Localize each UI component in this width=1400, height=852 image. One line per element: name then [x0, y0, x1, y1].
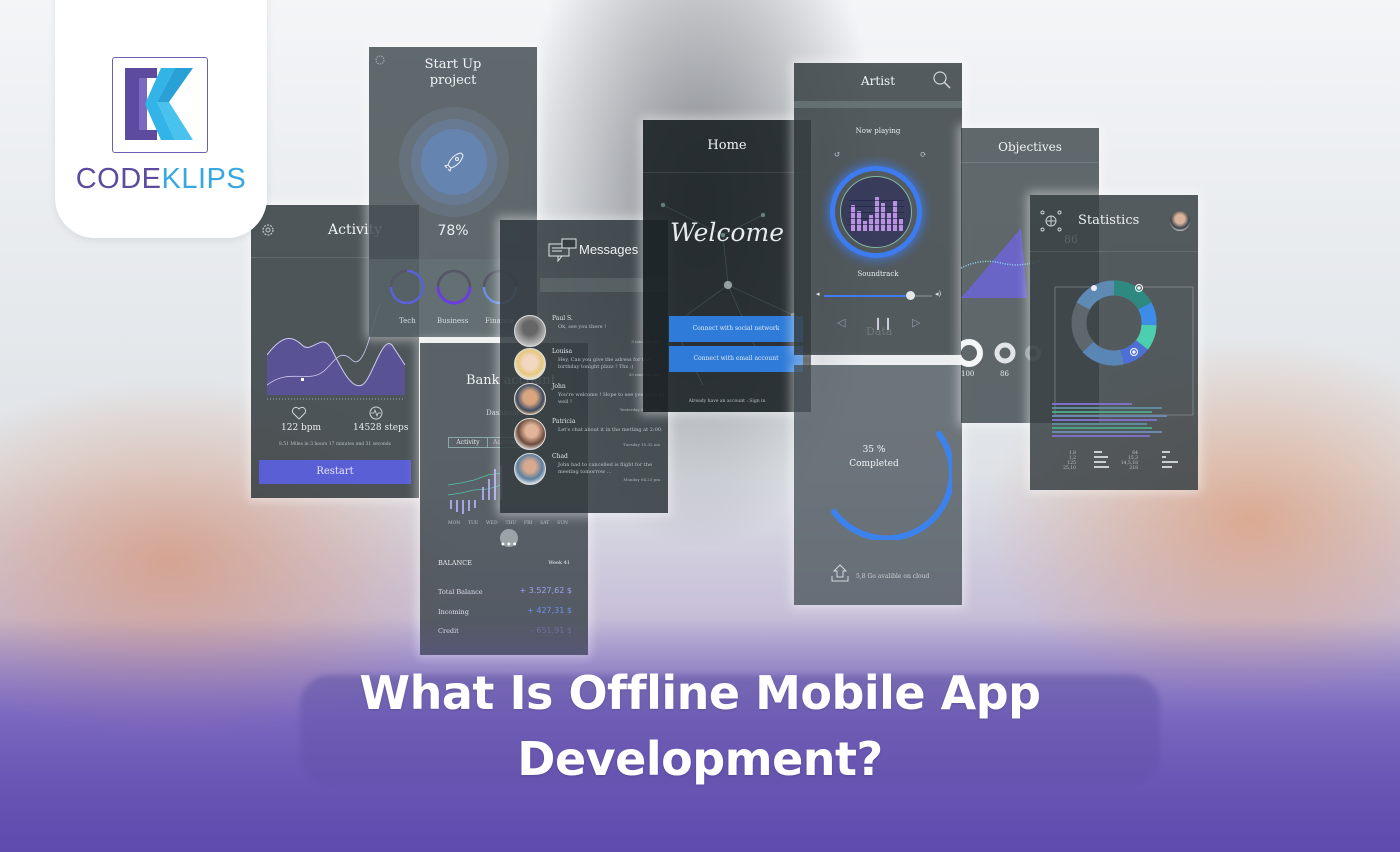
- objectives-donuts: [961, 339, 1041, 367]
- connect-email-button[interactable]: Connect with email account: [669, 346, 803, 372]
- total-balance-value: + 3.527,62 $: [519, 586, 572, 595]
- day-label: TUE: [468, 521, 479, 526]
- chat-bubbles-icon: [548, 238, 577, 262]
- avatar: [514, 315, 546, 347]
- volume-fill: [824, 295, 911, 297]
- message-sender: Patricia: [552, 418, 576, 425]
- message-item[interactable]: Louisa Hey, Can you give the adress for …: [514, 348, 664, 388]
- startup-title-line1: Start Up: [424, 57, 482, 72]
- startup-title-line2: project: [429, 73, 477, 88]
- stats-table-left: 1,8 1,2 125 25,10: [1058, 451, 1076, 471]
- activity-summary: 8.51 Miles in 3 hours 17 minutes and 31 …: [278, 442, 391, 447]
- avatar: [514, 453, 546, 485]
- stats-value: 25,10: [1063, 466, 1076, 471]
- message-time: Tuesday 10.32 am: [622, 442, 660, 447]
- home-screen: Home Welcome Connect with social network…: [643, 120, 811, 412]
- previous-icon[interactable]: ◁: [837, 316, 845, 329]
- rocket-icon: [444, 152, 464, 172]
- headline-line1: What Is Offline Mobile App: [359, 666, 1041, 720]
- message-item[interactable]: Chad John had to cancelled is flight for…: [514, 453, 664, 493]
- category-business: Business: [437, 317, 469, 325]
- brand-name-part2: KLIPS: [161, 163, 247, 195]
- message-sender: Chad: [552, 453, 568, 460]
- steps-value: 14528 steps: [353, 423, 409, 433]
- logo-card: CODEKLIPS: [55, 0, 267, 238]
- week-label: Week 41: [548, 560, 570, 566]
- globe-network-icon: [1040, 210, 1062, 232]
- statistics-title: Statistics: [1078, 213, 1140, 228]
- volume-knob[interactable]: [906, 291, 916, 300]
- stats-mini-bars: [1094, 451, 1178, 468]
- category-tech: Tech: [399, 317, 416, 325]
- brand-name: CODEKLIPS: [55, 163, 267, 196]
- day-label: SAT: [540, 521, 550, 526]
- volume-low-icon: ◂: [816, 290, 820, 298]
- message-item[interactable]: Patricia Let's chat about it in the mett…: [514, 418, 664, 458]
- total-balance-label: Total Balance: [438, 588, 483, 596]
- incoming-value: + 427,31 $: [527, 606, 572, 615]
- stats-bg-number: 86: [1064, 233, 1078, 246]
- next-icon[interactable]: ▷: [912, 316, 920, 329]
- avatar: [514, 418, 546, 450]
- completed-screen: 35 % Completed 5,8 Go avalible on cloud: [794, 365, 962, 605]
- equalizer-bars: [849, 197, 904, 231]
- gear-icon: [262, 224, 274, 236]
- rocket-circle: [399, 107, 509, 217]
- headline-line2: Development?: [517, 732, 883, 786]
- codeklips-logo-mark: [112, 57, 208, 153]
- avatar: [514, 383, 546, 415]
- search-icon[interactable]: [932, 70, 952, 90]
- avatar: [514, 348, 546, 380]
- avatar[interactable]: [1170, 211, 1190, 231]
- cloud-storage-text: 5,8 Go avalible on cloud: [856, 573, 930, 580]
- sign-in-link[interactable]: Already have an account : Sign in: [643, 399, 811, 404]
- message-sender: Paul S.: [552, 315, 573, 322]
- day-label: SUN: [557, 521, 568, 526]
- rewind-icon[interactable]: ↺: [834, 150, 841, 159]
- volume-slider[interactable]: [824, 291, 932, 300]
- objectives-area-chart: [961, 228, 1041, 298]
- bank-more-dots[interactable]: •••: [500, 540, 518, 551]
- messages-title: Messages: [579, 242, 639, 257]
- volume-high-icon: ◂): [935, 290, 942, 298]
- objectives-title: Objectives: [998, 140, 1062, 154]
- now-playing-label: Now playing: [855, 127, 901, 135]
- message-time: Monday 04.23 pm: [623, 477, 660, 482]
- bank-day-labels: MON TUE WED THU FRI SAT SUN: [448, 521, 568, 526]
- message-text: John had to cancelled is flight for the …: [558, 462, 653, 475]
- repeat-icon[interactable]: ⟳: [920, 150, 927, 159]
- heart-rate-value: 122 bpm: [281, 423, 322, 433]
- brand-name-part1: CODE: [75, 163, 162, 195]
- cloud-upload-icon: [831, 564, 849, 582]
- k-logo-icon: [125, 68, 193, 140]
- statistics-screen: Statistics 86 1,8 1,2 125 25,10 64 15,3 14,5,…: [1030, 195, 1198, 490]
- message-text: Let's chat about it in the metting at 2:…: [558, 427, 663, 433]
- day-label: MON: [448, 521, 461, 526]
- day-label: FRI: [524, 521, 533, 526]
- tab-activity[interactable]: Activity: [448, 437, 488, 448]
- message-item[interactable]: John You're welcome ! Hope to see you so…: [514, 383, 664, 423]
- incoming-label: Incoming: [438, 608, 469, 616]
- message-sender: Louisa: [552, 348, 573, 355]
- heart-icon: [291, 406, 307, 420]
- message-sender: John: [552, 383, 566, 390]
- day-label: WED: [486, 521, 498, 526]
- objective-stat: 86: [1000, 370, 1009, 378]
- objective-stat: 100: [961, 370, 975, 378]
- track-name: Soundtrack: [857, 270, 899, 278]
- data-watermark: Data: [866, 325, 893, 338]
- equalizer-ring: [830, 166, 922, 258]
- day-label: THU: [505, 521, 517, 526]
- connect-social-button[interactable]: Connect with social network: [669, 316, 803, 342]
- statistics-bar-list: [1052, 403, 1167, 437]
- artist-screen: Artist Now playing ↺ ⟳ Soundtrack ◂ ◂) ◁…: [794, 63, 962, 355]
- startup-title: Start Up project: [369, 57, 537, 89]
- home-title: Home: [707, 138, 747, 153]
- page-headline: What Is Offline Mobile App Development?: [0, 660, 1400, 792]
- balance-label: BALANCE: [438, 559, 472, 567]
- welcome-text: Welcome: [669, 218, 784, 247]
- restart-button[interactable]: Restart: [259, 460, 411, 484]
- completed-progress-arc: [831, 431, 952, 540]
- pulse-icon: [369, 406, 383, 420]
